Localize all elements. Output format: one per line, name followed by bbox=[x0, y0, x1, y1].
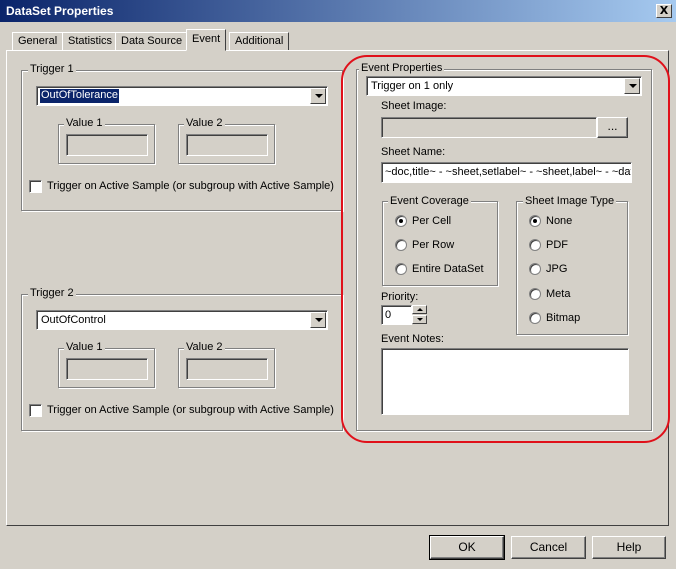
tab-additional[interactable]: Additional bbox=[229, 32, 290, 50]
image-type-pdf-radio[interactable] bbox=[529, 239, 541, 251]
image-type-meta-label: Meta bbox=[546, 288, 571, 300]
tab-statistics-label: Statistics bbox=[68, 35, 113, 47]
image-type-jpg-label: JPG bbox=[546, 263, 568, 275]
coverage-per-row-label: Per Row bbox=[412, 239, 455, 251]
trigger1-value1-label: Value 1 bbox=[64, 117, 105, 129]
trigger2-value2-field[interactable] bbox=[186, 358, 268, 380]
ok-button[interactable]: OK bbox=[429, 535, 505, 560]
tab-data-source[interactable]: Data Source bbox=[115, 32, 189, 50]
trigger1-label: Trigger 1 bbox=[28, 63, 76, 75]
priority-value: 0 bbox=[385, 309, 392, 321]
browse-button[interactable]: ... bbox=[597, 117, 628, 138]
trigger2-selected-value: OutOfControl bbox=[41, 314, 106, 326]
event-notes-label: Event Notes: bbox=[381, 333, 444, 345]
chevron-down-icon[interactable] bbox=[310, 312, 326, 328]
close-button[interactable]: X bbox=[656, 4, 672, 18]
sheet-image-type-label: Sheet Image Type bbox=[523, 195, 617, 207]
sheet-image-label: Sheet Image: bbox=[381, 100, 447, 112]
trigger1-value2-label: Value 2 bbox=[184, 117, 225, 129]
sheet-name-field[interactable]: ~doc,title~ - ~sheet,setlabel~ - ~sheet,… bbox=[381, 162, 632, 183]
priority-label: Priority: bbox=[381, 291, 419, 303]
priority-decrement-button[interactable] bbox=[412, 315, 427, 324]
trigger1-select[interactable]: OutOfTolerance bbox=[36, 86, 328, 106]
coverage-entire-dataset-radio[interactable] bbox=[395, 263, 407, 275]
trigger-mode-select[interactable]: Trigger on 1 only bbox=[366, 76, 642, 96]
tab-general-label: General bbox=[18, 35, 58, 47]
image-type-none-radio[interactable] bbox=[529, 215, 541, 227]
tab-statistics[interactable]: Statistics bbox=[62, 32, 119, 50]
sheet-image-field[interactable] bbox=[381, 117, 597, 138]
tab-additional-label: Additional bbox=[235, 35, 284, 47]
cancel-button-label: Cancel bbox=[529, 540, 568, 554]
coverage-per-cell-label: Per Cell bbox=[412, 215, 452, 227]
event-coverage-label: Event Coverage bbox=[388, 195, 471, 207]
help-button[interactable]: Help bbox=[592, 536, 666, 559]
tab-event-label: Event bbox=[192, 33, 221, 45]
trigger1-active-sample-checkbox[interactable] bbox=[29, 180, 42, 193]
trigger2-value1-label: Value 1 bbox=[64, 341, 105, 353]
image-type-meta-radio[interactable] bbox=[529, 288, 541, 300]
coverage-per-row-radio[interactable] bbox=[395, 239, 407, 251]
priority-field[interactable]: 0 bbox=[381, 305, 412, 325]
sheet-name-text: ~doc,title~ - ~sheet,setlabel~ - ~sheet,… bbox=[385, 166, 632, 178]
trigger1-selected-value: OutOfTolerance bbox=[40, 89, 120, 103]
image-type-pdf-label: PDF bbox=[546, 239, 568, 251]
chevron-down-icon[interactable] bbox=[310, 88, 326, 104]
tab-event[interactable]: Event bbox=[186, 29, 227, 51]
browse-button-label: ... bbox=[607, 119, 618, 133]
window-title: DataSet Properties bbox=[6, 4, 114, 18]
trigger-mode-value: Trigger on 1 only bbox=[371, 80, 454, 92]
trigger2-value2-label: Value 2 bbox=[184, 341, 225, 353]
image-type-bitmap-radio[interactable] bbox=[529, 312, 541, 324]
title-bar: DataSet Properties X bbox=[0, 0, 676, 22]
chevron-down-icon[interactable] bbox=[624, 78, 640, 94]
cancel-button[interactable]: Cancel bbox=[511, 536, 586, 559]
coverage-entire-dataset-label: Entire DataSet bbox=[412, 263, 484, 275]
trigger2-value1-field[interactable] bbox=[66, 358, 148, 380]
trigger1-value1-field[interactable] bbox=[66, 134, 148, 156]
tab-general[interactable]: General bbox=[12, 32, 64, 50]
trigger2-active-sample-checkbox[interactable] bbox=[29, 404, 42, 417]
ok-button-label: OK bbox=[458, 540, 476, 554]
tab-data-source-label: Data Source bbox=[121, 35, 183, 47]
sheet-name-label: Sheet Name: bbox=[381, 146, 446, 158]
trigger2-select[interactable]: OutOfControl bbox=[36, 310, 328, 330]
image-type-bitmap-label: Bitmap bbox=[546, 312, 581, 324]
trigger1-value2-field[interactable] bbox=[186, 134, 268, 156]
help-button-label: Help bbox=[616, 540, 642, 554]
image-type-jpg-radio[interactable] bbox=[529, 263, 541, 275]
event-notes-textarea[interactable] bbox=[381, 348, 629, 415]
trigger2-active-sample-label: Trigger on Active Sample (or subgroup wi… bbox=[47, 404, 334, 416]
image-type-none-label: None bbox=[546, 215, 573, 227]
coverage-per-cell-radio[interactable] bbox=[395, 215, 407, 227]
priority-increment-button[interactable] bbox=[412, 305, 427, 314]
trigger1-active-sample-label: Trigger on Active Sample (or subgroup wi… bbox=[47, 180, 334, 192]
event-properties-label: Event Properties bbox=[359, 62, 445, 74]
close-icon: X bbox=[659, 4, 669, 17]
trigger2-label: Trigger 2 bbox=[28, 287, 76, 299]
